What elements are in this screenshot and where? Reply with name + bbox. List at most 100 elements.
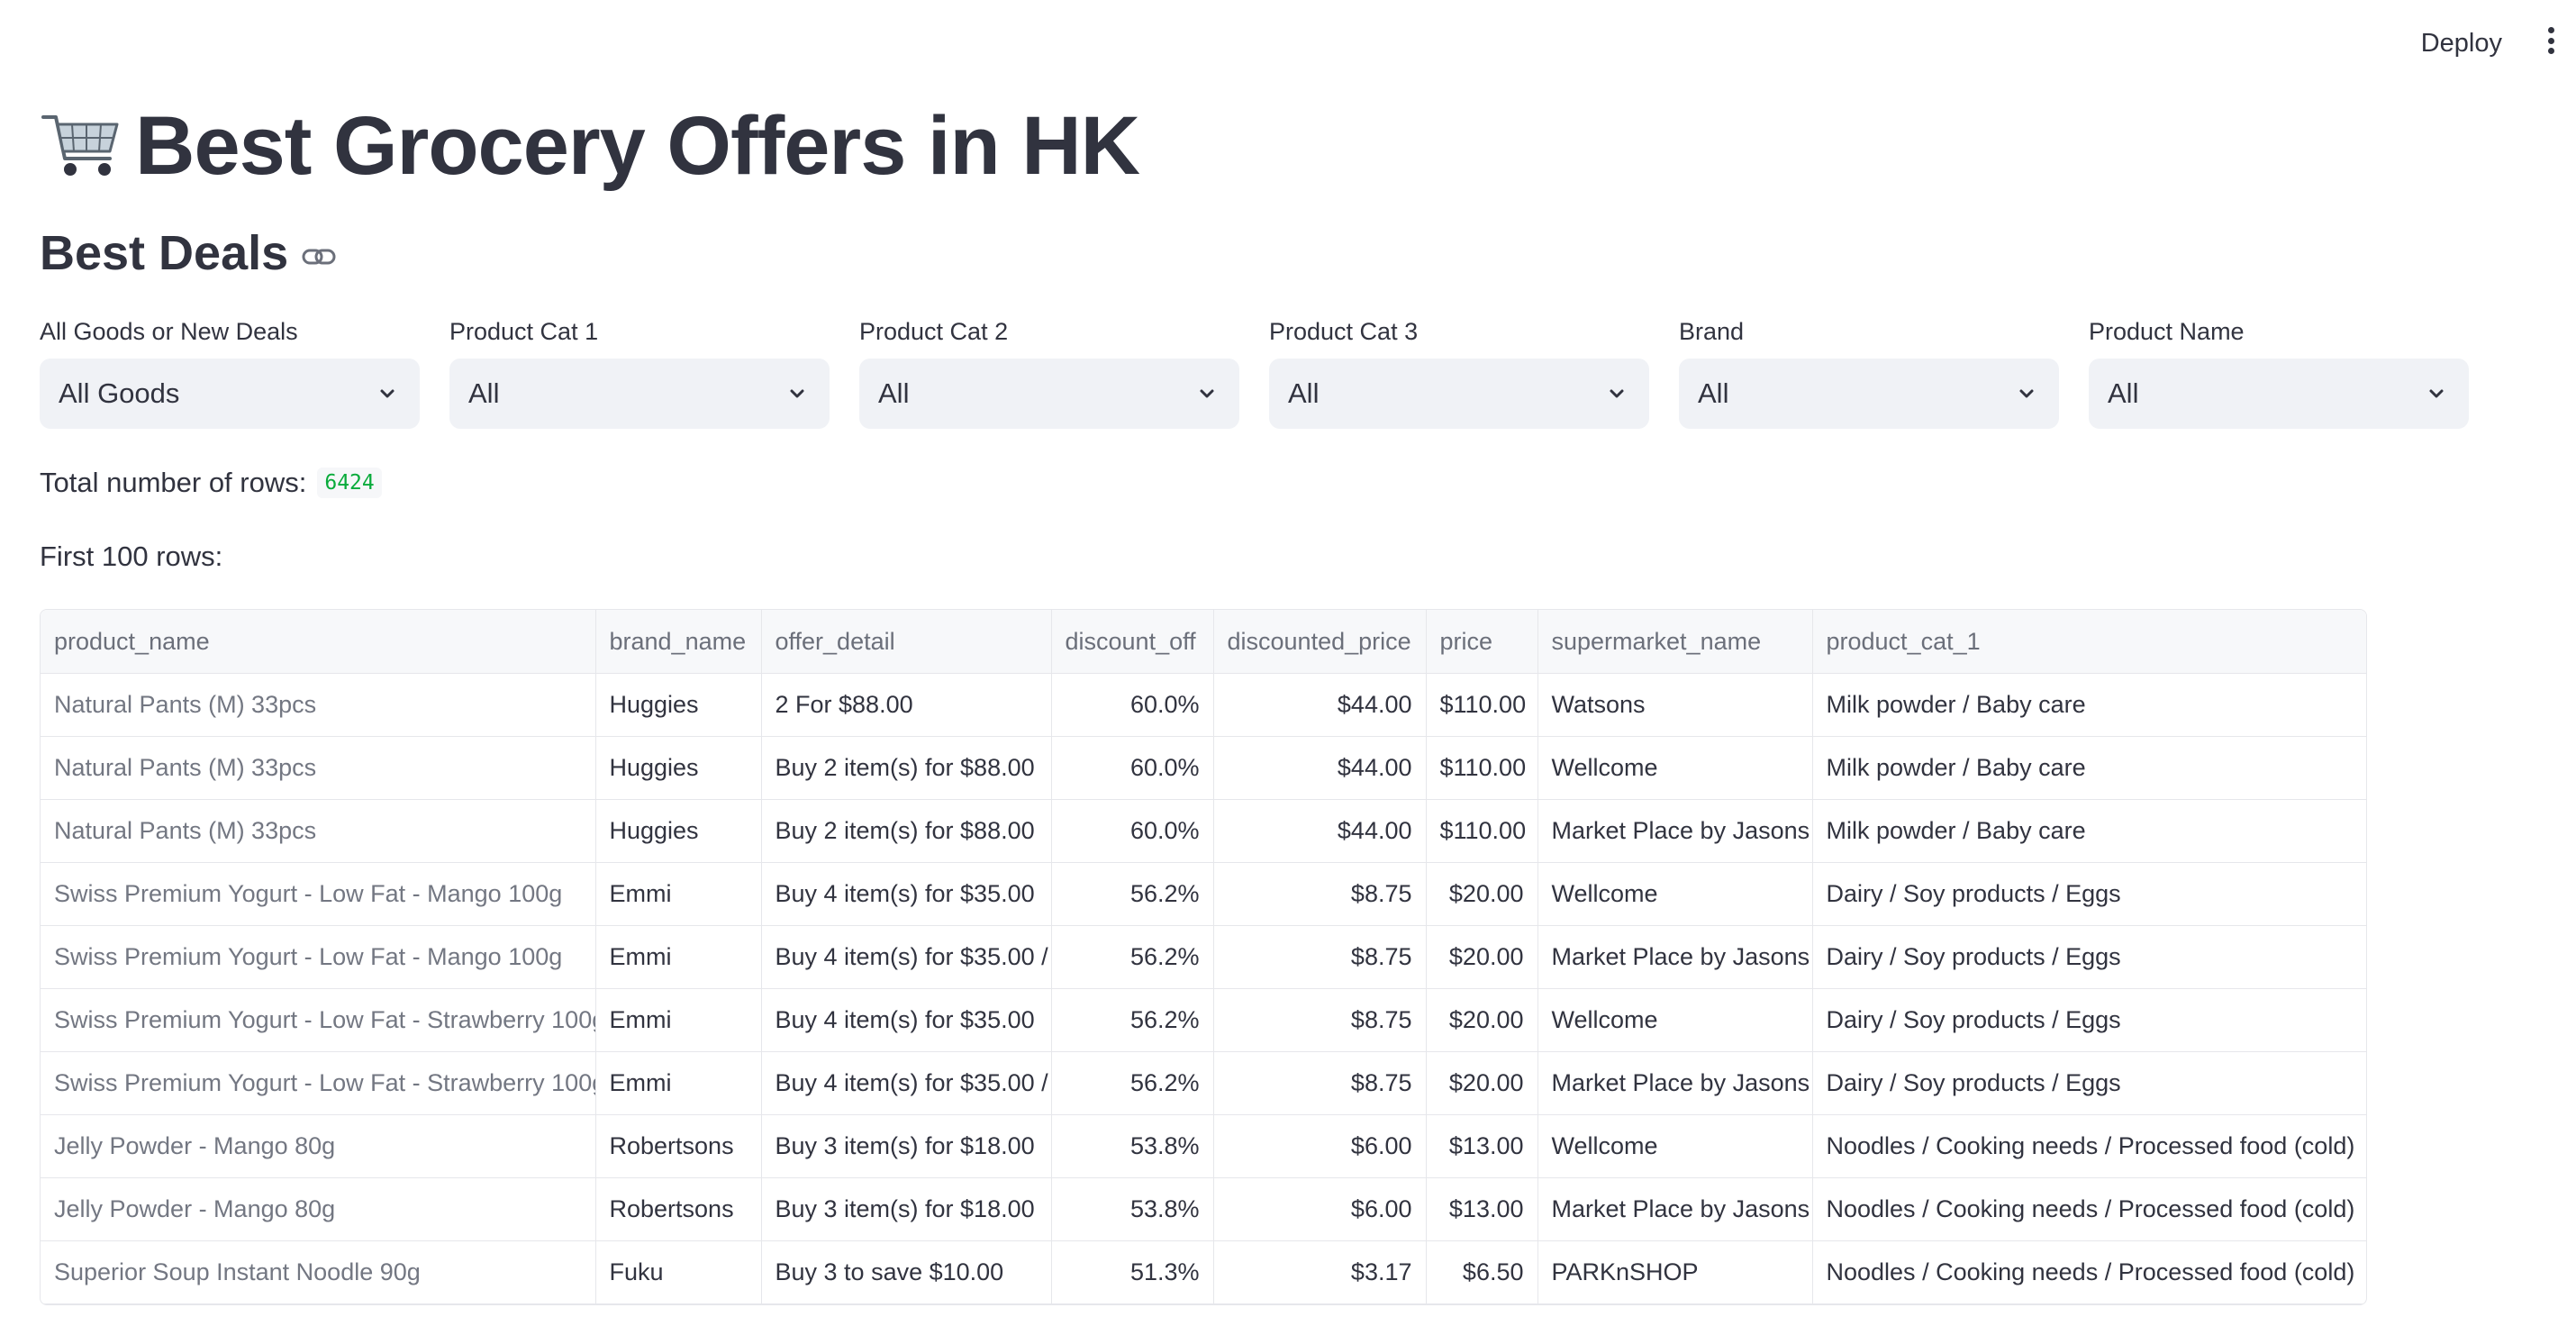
table-cell-brand-name[interactable]: Emmi bbox=[595, 1051, 762, 1115]
table-cell-offer-detail[interactable]: Buy 4 item(s) for $35.00 bbox=[761, 988, 1052, 1052]
table-cell-product-cat-1[interactable]: Noodles / Cooking needs / Processed food… bbox=[1812, 1114, 2366, 1178]
table-cell-price[interactable]: $13.00 bbox=[1426, 1177, 1538, 1241]
table-cell-discount-off[interactable]: 60.0% bbox=[1051, 736, 1214, 800]
table-cell-brand-name[interactable]: Emmi bbox=[595, 862, 762, 926]
table-cell-offer-detail[interactable]: Buy 2 item(s) for $88.00 bbox=[761, 799, 1052, 863]
table-cell-product-name[interactable]: Superior Soup Instant Noodle 90g bbox=[41, 1240, 596, 1304]
table-cell-supermarket-name[interactable]: Watsons bbox=[1537, 673, 1813, 737]
column-header-product-cat-1[interactable]: product_cat_1 bbox=[1812, 610, 2366, 674]
table-cell-brand-name[interactable]: Huggies bbox=[595, 799, 762, 863]
product-cat-3-select[interactable]: All bbox=[1269, 359, 1649, 429]
table-cell-supermarket-name[interactable]: Wellcome bbox=[1537, 988, 1813, 1052]
table-cell-price[interactable]: $20.00 bbox=[1426, 925, 1538, 989]
table-cell-offer-detail[interactable]: Buy 4 item(s) for $35.00 / bbox=[761, 925, 1052, 989]
table-cell-product-name[interactable]: Swiss Premium Yogurt - Low Fat - Strawbe… bbox=[41, 988, 596, 1052]
table-cell-discount-off[interactable]: 60.0% bbox=[1051, 799, 1214, 863]
table-cell-supermarket-name[interactable]: Market Place by Jasons bbox=[1537, 799, 1813, 863]
column-header-supermarket-name[interactable]: supermarket_name bbox=[1537, 610, 1813, 674]
table-cell-product-name[interactable]: Natural Pants (M) 33pcs bbox=[41, 799, 596, 863]
table-cell-offer-detail[interactable]: Buy 3 item(s) for $18.00 bbox=[761, 1177, 1052, 1241]
table-cell-offer-detail[interactable]: Buy 4 item(s) for $35.00 / bbox=[761, 1051, 1052, 1115]
table-cell-discounted-price[interactable]: $44.00 bbox=[1213, 673, 1427, 737]
table-row[interactable]: Jelly Powder - Mango 80g Robertsons Buy 3 … bbox=[41, 1114, 2366, 1178]
table-row[interactable]: Jelly Powder - Mango 80g Robertsons Buy 3 … bbox=[41, 1177, 2366, 1241]
table-cell-discount-off[interactable]: 51.3% bbox=[1051, 1240, 1214, 1304]
table-cell-discounted-price[interactable]: $8.75 bbox=[1213, 925, 1427, 989]
link-icon[interactable] bbox=[301, 239, 337, 275]
table-cell-price[interactable]: $13.00 bbox=[1426, 1114, 1538, 1178]
table-cell-product-name[interactable]: Jelly Powder - Mango 80g bbox=[41, 1177, 596, 1241]
table-cell-supermarket-name[interactable]: Wellcome bbox=[1537, 736, 1813, 800]
product-cat-1-select[interactable]: All bbox=[449, 359, 830, 429]
table-cell-offer-detail[interactable]: Buy 2 item(s) for $88.00 bbox=[761, 736, 1052, 800]
table-cell-price[interactable]: $20.00 bbox=[1426, 1051, 1538, 1115]
table-cell-brand-name[interactable]: Huggies bbox=[595, 673, 762, 737]
table-cell-product-name[interactable]: Swiss Premium Yogurt - Low Fat - Mango 1… bbox=[41, 925, 596, 989]
table-cell-product-cat-1[interactable]: Dairy / Soy products / Eggs bbox=[1812, 1051, 2366, 1115]
table-cell-product-cat-1[interactable]: Noodles / Cooking needs / Processed food… bbox=[1812, 1240, 2366, 1304]
table-cell-brand-name[interactable]: Emmi bbox=[595, 925, 762, 989]
table-cell-discount-off[interactable]: 56.2% bbox=[1051, 988, 1214, 1052]
table-cell-brand-name[interactable]: Huggies bbox=[595, 736, 762, 800]
table-cell-price[interactable]: $110.00 bbox=[1426, 736, 1538, 800]
table-row[interactable]: Swiss Premium Yogurt - Low Fat - Strawbe… bbox=[41, 1051, 2366, 1115]
table-cell-product-cat-1[interactable]: Dairy / Soy products / Eggs bbox=[1812, 925, 2366, 989]
table-cell-discount-off[interactable]: 56.2% bbox=[1051, 862, 1214, 926]
table-row[interactable]: Natural Pants (M) 33pcs Huggies 2 For $88.… bbox=[41, 673, 2366, 737]
table-cell-discount-off[interactable]: 53.8% bbox=[1051, 1177, 1214, 1241]
table-row[interactable]: Superior Soup Instant Noodle 90g Fuku Buy … bbox=[41, 1240, 2366, 1304]
column-header-discounted-price[interactable]: discounted_price bbox=[1213, 610, 1427, 674]
table-row[interactable]: Swiss Premium Yogurt - Low Fat - Strawbe… bbox=[41, 988, 2366, 1052]
table-cell-discount-off[interactable]: 53.8% bbox=[1051, 1114, 1214, 1178]
column-header-offer-detail[interactable]: offer_detail bbox=[761, 610, 1052, 674]
table-row[interactable]: Natural Pants (M) 33pcs Huggies Buy 2 item… bbox=[41, 736, 2366, 800]
kebab-menu-icon[interactable] bbox=[2545, 27, 2556, 54]
table-cell-discounted-price[interactable]: $3.17 bbox=[1213, 1240, 1427, 1304]
table-cell-product-cat-1[interactable]: Milk powder / Baby care bbox=[1812, 673, 2366, 737]
table-cell-discounted-price[interactable]: $8.75 bbox=[1213, 1051, 1427, 1115]
table-cell-supermarket-name[interactable]: Wellcome bbox=[1537, 862, 1813, 926]
table-cell-discounted-price[interactable]: $8.75 bbox=[1213, 862, 1427, 926]
product-name-select[interactable]: All bbox=[2089, 359, 2469, 429]
brand-select[interactable]: All bbox=[1679, 359, 2059, 429]
data-table[interactable]: product_name brand_name offer_detail discou… bbox=[40, 609, 2367, 1305]
table-cell-discounted-price[interactable]: $44.00 bbox=[1213, 799, 1427, 863]
column-header-product-name[interactable]: product_name bbox=[41, 610, 596, 674]
table-cell-product-cat-1[interactable]: Dairy / Soy products / Eggs bbox=[1812, 988, 2366, 1052]
table-cell-product-cat-1[interactable]: Dairy / Soy products / Eggs bbox=[1812, 862, 2366, 926]
table-cell-discounted-price[interactable]: $6.00 bbox=[1213, 1114, 1427, 1178]
table-cell-offer-detail[interactable]: Buy 4 item(s) for $35.00 bbox=[761, 862, 1052, 926]
table-cell-price[interactable]: $110.00 bbox=[1426, 799, 1538, 863]
table-cell-product-name[interactable]: Swiss Premium Yogurt - Low Fat - Strawbe… bbox=[41, 1051, 596, 1115]
table-row[interactable]: Natural Pants (M) 33pcs Huggies Buy 2 item… bbox=[41, 799, 2366, 863]
table-cell-discount-off[interactable]: 60.0% bbox=[1051, 673, 1214, 737]
table-cell-offer-detail[interactable]: 2 For $88.00 bbox=[761, 673, 1052, 737]
table-cell-price[interactable]: $20.00 bbox=[1426, 862, 1538, 926]
table-cell-price[interactable]: $6.50 bbox=[1426, 1240, 1538, 1304]
table-cell-product-name[interactable]: Swiss Premium Yogurt - Low Fat - Mango 1… bbox=[41, 862, 596, 926]
column-header-discount-off[interactable]: discount_off bbox=[1051, 610, 1214, 674]
all-goods-select[interactable]: All Goods bbox=[40, 359, 420, 429]
table-cell-product-name[interactable]: Jelly Powder - Mango 80g bbox=[41, 1114, 596, 1178]
table-cell-offer-detail[interactable]: Buy 3 item(s) for $18.00 bbox=[761, 1114, 1052, 1178]
table-cell-price[interactable]: $20.00 bbox=[1426, 988, 1538, 1052]
table-cell-product-name[interactable]: Natural Pants (M) 33pcs bbox=[41, 673, 596, 737]
table-cell-supermarket-name[interactable]: PARKnSHOP bbox=[1537, 1240, 1813, 1304]
table-cell-price[interactable]: $110.00 bbox=[1426, 673, 1538, 737]
table-cell-product-cat-1[interactable]: Noodles / Cooking needs / Processed food… bbox=[1812, 1177, 2366, 1241]
table-cell-brand-name[interactable]: Fuku bbox=[595, 1240, 762, 1304]
table-cell-product-cat-1[interactable]: Milk powder / Baby care bbox=[1812, 799, 2366, 863]
table-cell-discount-off[interactable]: 56.2% bbox=[1051, 925, 1214, 989]
table-cell-discounted-price[interactable]: $44.00 bbox=[1213, 736, 1427, 800]
table-cell-brand-name[interactable]: Robertsons bbox=[595, 1177, 762, 1241]
deploy-button[interactable]: Deploy bbox=[2410, 23, 2513, 64]
table-cell-discounted-price[interactable]: $8.75 bbox=[1213, 988, 1427, 1052]
table-cell-brand-name[interactable]: Robertsons bbox=[595, 1114, 762, 1178]
table-cell-discount-off[interactable]: 56.2% bbox=[1051, 1051, 1214, 1115]
table-cell-brand-name[interactable]: Emmi bbox=[595, 988, 762, 1052]
table-cell-offer-detail[interactable]: Buy 3 to save $10.00 bbox=[761, 1240, 1052, 1304]
product-cat-2-select[interactable]: All bbox=[859, 359, 1239, 429]
table-cell-supermarket-name[interactable]: Market Place by Jasons bbox=[1537, 925, 1813, 989]
table-cell-supermarket-name[interactable]: Market Place by Jasons bbox=[1537, 1177, 1813, 1241]
column-header-price[interactable]: price bbox=[1426, 610, 1538, 674]
